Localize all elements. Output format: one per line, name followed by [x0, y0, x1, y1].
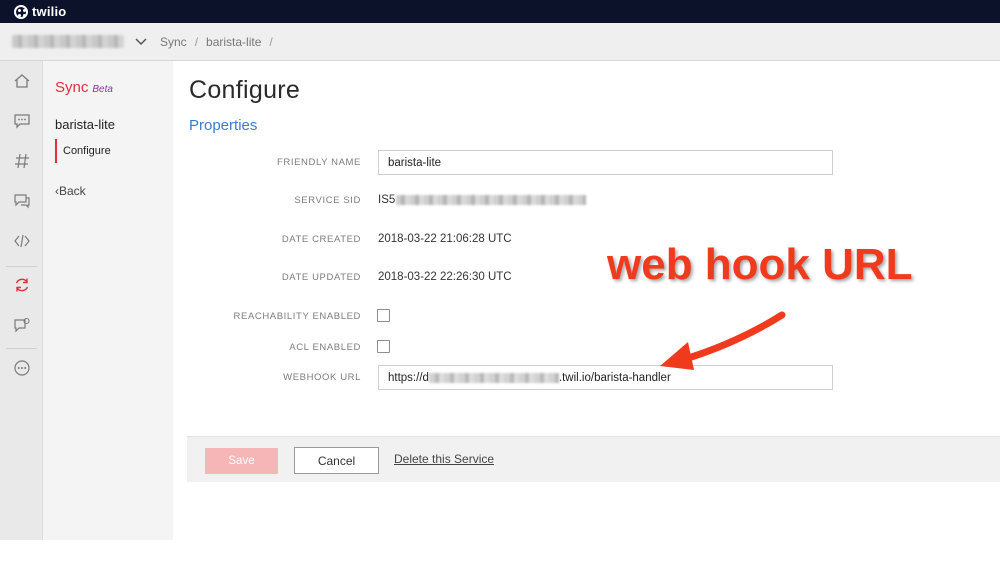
webhook-url-label: WEBHOOK URL	[283, 372, 361, 383]
section-heading: Properties	[189, 117, 258, 134]
rail-item-sync[interactable]	[0, 265, 43, 305]
webhook-url-prefix: https://d	[388, 371, 429, 384]
hash-icon	[14, 153, 29, 169]
beta-badge: Beta	[92, 84, 113, 95]
save-button[interactable]: Save	[205, 448, 278, 474]
acl-checkbox[interactable]	[377, 340, 390, 353]
acl-label: ACL ENABLED	[289, 342, 361, 353]
breadcrumb: Sync / barista-lite /	[0, 23, 1000, 61]
page-title: Configure	[189, 76, 301, 104]
brand-logo-text[interactable]: twilio	[32, 4, 66, 19]
home-icon	[14, 74, 29, 88]
rail-item-messages[interactable]	[0, 181, 43, 221]
delete-service-link[interactable]: Delete this Service	[394, 452, 494, 466]
rail-item-studio[interactable]	[0, 305, 43, 345]
subnav-product-title[interactable]: Sync Beta	[55, 79, 113, 96]
cancel-button[interactable]: Cancel	[294, 447, 379, 474]
reachability-checkbox[interactable]	[377, 309, 390, 322]
rail-item-chat[interactable]	[0, 101, 43, 141]
top-bar: twilio	[0, 0, 1000, 23]
back-link[interactable]: ‹Back	[55, 184, 86, 198]
main-content: Configure Properties FRIENDLY NAME baris…	[173, 61, 1000, 540]
rail-item-home[interactable]	[0, 61, 43, 101]
service-sid-prefix: IS5	[378, 194, 396, 206]
date-updated-label: DATE UPDATED	[281, 272, 361, 283]
rail-item-developer[interactable]	[0, 221, 43, 261]
date-created-value: 2018-03-22 21:06:28 UTC	[378, 233, 512, 245]
friendly-name-input[interactable]: barista-lite	[378, 150, 833, 175]
account-name-redacted[interactable]	[12, 35, 124, 48]
chat-icon	[13, 114, 30, 129]
service-sid-redacted	[396, 194, 587, 205]
form-actions: Save Cancel Delete this Service	[187, 436, 1000, 482]
sync-icon	[15, 278, 28, 292]
back-label: Back	[59, 184, 86, 198]
subnav-item-configure[interactable]: Configure	[55, 139, 111, 163]
annotation-callout: web hook URL	[607, 240, 913, 289]
sync-subnav: Sync Beta barista-lite Configure ‹Back	[43, 61, 173, 540]
webhook-url-redacted	[428, 372, 559, 383]
date-updated-value: 2018-03-22 22:26:30 UTC	[378, 271, 512, 283]
reachability-label: REACHABILITY ENABLED	[233, 311, 361, 322]
service-sid-value: IS5	[378, 194, 587, 206]
service-sid-label: SERVICE SID	[294, 195, 361, 206]
product-rail	[0, 61, 43, 540]
twilio-logo-icon[interactable]	[14, 4, 28, 19]
date-created-label: DATE CREATED	[281, 234, 361, 245]
breadcrumb-sync[interactable]: Sync	[160, 35, 187, 49]
studio-icon	[13, 317, 30, 333]
annotation-arrow-icon	[660, 311, 786, 370]
breadcrumb-separator: /	[269, 34, 273, 49]
more-icon	[13, 360, 30, 376]
code-icon	[13, 234, 30, 248]
breadcrumb-service[interactable]: barista-lite	[206, 35, 261, 49]
friendly-name-label: FRIENDLY NAME	[277, 157, 361, 168]
chevron-down-icon[interactable]	[134, 35, 148, 49]
rail-item-more[interactable]	[0, 348, 43, 388]
subnav-service-name[interactable]: barista-lite	[55, 117, 115, 132]
rail-item-phone-numbers[interactable]	[0, 141, 43, 181]
breadcrumb-separator: /	[194, 34, 199, 49]
messages-icon	[13, 194, 30, 209]
subnav-title-text: Sync	[55, 79, 89, 96]
